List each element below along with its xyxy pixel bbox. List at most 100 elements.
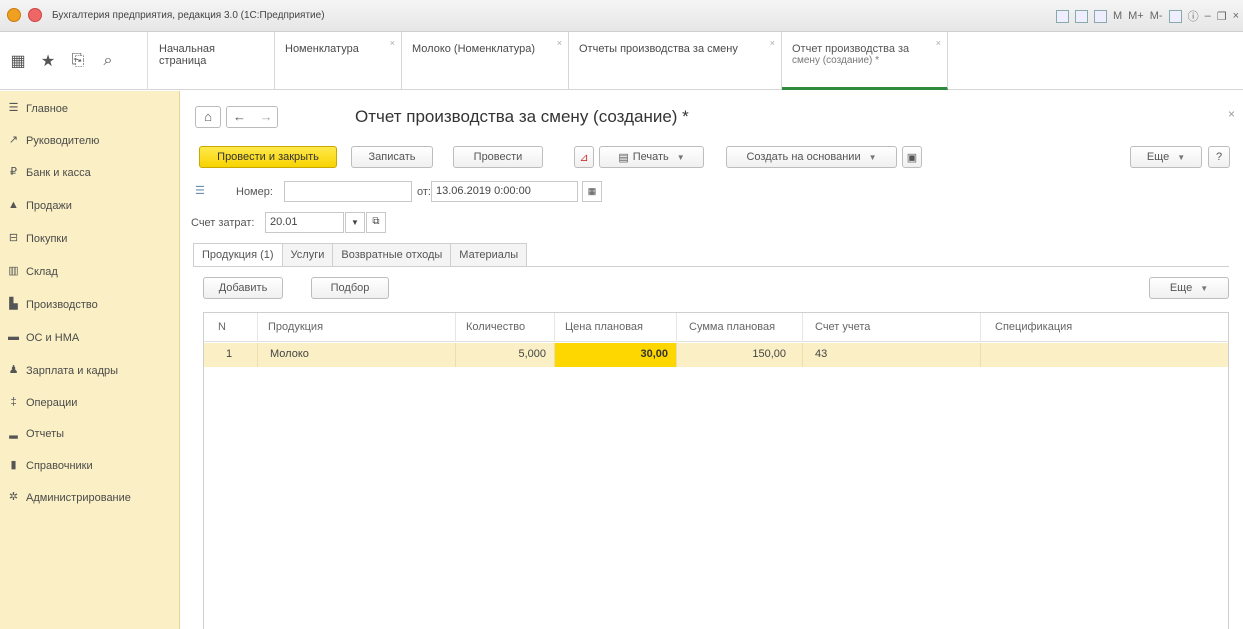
column-header-planned-price[interactable]: Цена плановая xyxy=(555,313,677,342)
tab-milk-nomenclature[interactable]: Молоко (Номенклатура) × xyxy=(402,32,569,90)
cell-specification[interactable] xyxy=(981,343,1228,367)
sidebar-item-manager[interactable]: ↗ Руководителю xyxy=(0,126,180,156)
create-based-on-button[interactable]: Создать на основании ▼ xyxy=(726,146,897,168)
back-button[interactable]: ← → xyxy=(226,106,278,128)
sidebar-item-reports[interactable]: ▂ Отчеты xyxy=(0,419,180,449)
chevron-down-icon: ▼ xyxy=(1177,152,1186,162)
sidebar: ☰ Главное ↗ Руководителю ₽ Банк и касса ▲ Пр… xyxy=(0,91,180,629)
column-header-product[interactable]: Продукция xyxy=(258,313,456,342)
sidebar-item-main[interactable]: ☰ Главное xyxy=(0,94,180,124)
table-header: N Продукция Количество Цена плановая Сум… xyxy=(204,313,1228,342)
calendar-icon[interactable] xyxy=(1093,9,1107,23)
favorites-icon[interactable] xyxy=(1074,9,1088,23)
table-row[interactable]: 1 Молоко 5,000 30,00 150,00 43 xyxy=(204,343,1228,367)
column-header-n[interactable]: N xyxy=(204,313,258,342)
sidebar-item-assets[interactable]: ▬ ОС и НМА xyxy=(0,323,180,353)
dt-kt-icon[interactable]: ⊿ xyxy=(574,146,594,168)
window-layout-icon[interactable] xyxy=(1168,9,1182,23)
operations-icon: ‡ xyxy=(10,396,17,408)
cell-account[interactable]: 43 xyxy=(803,343,981,367)
cell-planned-sum[interactable]: 150,00 xyxy=(677,343,803,367)
sidebar-item-catalogs[interactable]: ▮ Справочники xyxy=(0,451,180,481)
number-field[interactable] xyxy=(284,181,412,202)
post-and-close-button[interactable]: Провести и закрыть xyxy=(199,146,337,168)
person-icon: ♟ xyxy=(8,364,19,376)
sidebar-item-purchases[interactable]: ⊟ Покупки xyxy=(0,224,180,254)
pick-button[interactable]: Подбор xyxy=(311,277,389,299)
sidebar-item-production[interactable]: ▙ Производство xyxy=(0,290,180,320)
tab-home[interactable]: Начальная страница xyxy=(149,32,275,90)
sidebar-item-warehouse[interactable]: ▥ Склад xyxy=(0,257,180,287)
close-tab-icon[interactable]: × xyxy=(770,38,775,48)
quick-access: ▦ ★ ⎘ ⌕ xyxy=(0,32,148,90)
title-bar: Бухгалтерия предприятия, редакция 3.0 (1… xyxy=(0,0,1243,32)
window-toolbar: M M+ M- ⓘ – ❐ × xyxy=(1055,7,1239,25)
memory-plus-button[interactable]: M+ xyxy=(1128,10,1144,22)
printer-icon: ▤ xyxy=(618,151,629,164)
column-header-account[interactable]: Счет учета xyxy=(803,313,981,342)
memory-m-button[interactable]: M xyxy=(1113,10,1122,22)
star-icon[interactable]: ★ xyxy=(40,51,56,71)
cell-product[interactable]: Молоко xyxy=(258,343,456,367)
tab-products[interactable]: Продукция (1) xyxy=(193,243,283,267)
back-icon[interactable]: ← xyxy=(233,109,246,124)
add-button[interactable]: Добавить xyxy=(203,277,283,299)
factory-icon: ▙ xyxy=(9,298,18,310)
info-icon[interactable]: ⓘ xyxy=(1188,8,1199,24)
close-tab-icon[interactable]: × xyxy=(557,38,562,48)
close-form-icon[interactable]: × xyxy=(1228,107,1235,121)
tab-shift-report-create[interactable]: Отчет производства за смену (создание) *… xyxy=(782,32,948,90)
save-button[interactable]: Записать xyxy=(351,146,433,168)
page-title: Отчет производства за смену (создание) * xyxy=(355,107,689,126)
sales-icon: ▲ xyxy=(8,199,19,211)
cost-account-field[interactable]: 20.01 xyxy=(265,212,344,233)
search-icon[interactable]: ⌕ xyxy=(100,52,116,70)
tab-materials[interactable]: Материалы xyxy=(450,243,528,267)
truck-icon: ▬ xyxy=(8,331,19,343)
tab-nomenclature[interactable]: Номенклатура × xyxy=(275,32,402,90)
open-icon[interactable]: ⧉ xyxy=(366,212,386,233)
post-button[interactable]: Провести xyxy=(453,146,543,168)
help-button[interactable]: ? xyxy=(1208,146,1230,168)
sidebar-item-salary[interactable]: ♟ Зарплата и кадры xyxy=(0,356,180,386)
trend-icon: ↗ xyxy=(8,134,19,146)
tab-services[interactable]: Услуги xyxy=(281,243,334,267)
tab-shift-reports[interactable]: Отчеты производства за смену × xyxy=(569,32,782,90)
minimize-icon[interactable]: – xyxy=(1205,10,1211,22)
tab-divider xyxy=(193,266,1229,267)
history-icon[interactable]: ⎘ xyxy=(70,52,86,70)
cell-n[interactable]: 1 xyxy=(204,343,258,367)
app-title: Бухгалтерия предприятия, редакция 3.0 (1… xyxy=(52,10,325,21)
close-tab-icon[interactable]: × xyxy=(936,38,941,48)
print-button[interactable]: ▤ Печать ▼ xyxy=(599,146,704,168)
date-field[interactable]: 13.06.2019 0:00:00 xyxy=(431,181,578,202)
column-header-specification[interactable]: Спецификация xyxy=(981,313,1228,342)
calendar-icon[interactable]: ▦ xyxy=(582,181,602,202)
sidebar-item-bank[interactable]: ₽ Банк и касса xyxy=(0,158,180,188)
sidebar-item-operations[interactable]: ‡ Операции xyxy=(0,388,180,418)
forward-icon[interactable]: → xyxy=(260,109,273,124)
restore-icon[interactable]: ❐ xyxy=(1217,10,1227,23)
chevron-down-icon: ▼ xyxy=(1200,283,1209,293)
close-tab-icon[interactable]: × xyxy=(390,38,395,48)
ruble-icon: ₽ xyxy=(10,166,17,178)
chevron-down-icon[interactable]: ▼ xyxy=(345,212,365,233)
home-button[interactable]: ⌂ xyxy=(195,106,221,128)
table-more-button[interactable]: Еще ▼ xyxy=(1149,277,1229,299)
main-menu-icon[interactable] xyxy=(28,8,42,22)
sidebar-item-sales[interactable]: ▲ Продажи xyxy=(0,191,180,221)
doc-icon[interactable] xyxy=(1055,9,1069,23)
cell-planned-price[interactable]: 30,00 xyxy=(555,343,677,367)
cell-quantity[interactable]: 5,000 xyxy=(456,343,555,367)
report-icon[interactable]: ▣ xyxy=(902,146,922,168)
sidebar-item-admin[interactable]: ✲ Администрирование xyxy=(0,483,180,513)
more-button[interactable]: Еще ▼ xyxy=(1130,146,1202,168)
tab-returnable-waste[interactable]: Возвратные отходы xyxy=(332,243,452,267)
column-header-planned-sum[interactable]: Сумма плановая xyxy=(677,313,803,342)
close-window-icon[interactable]: × xyxy=(1233,10,1239,22)
memory-minus-button[interactable]: M- xyxy=(1150,10,1163,22)
column-header-quantity[interactable]: Количество xyxy=(456,313,555,342)
doc-list-icon[interactable]: ☰ xyxy=(195,184,205,197)
cart-icon: ⊟ xyxy=(8,232,19,244)
apps-grid-icon[interactable]: ▦ xyxy=(10,51,26,71)
